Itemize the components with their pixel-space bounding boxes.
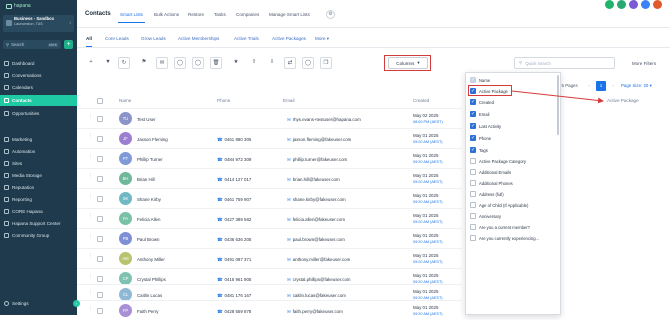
annotation-arrow [511,90,604,104]
